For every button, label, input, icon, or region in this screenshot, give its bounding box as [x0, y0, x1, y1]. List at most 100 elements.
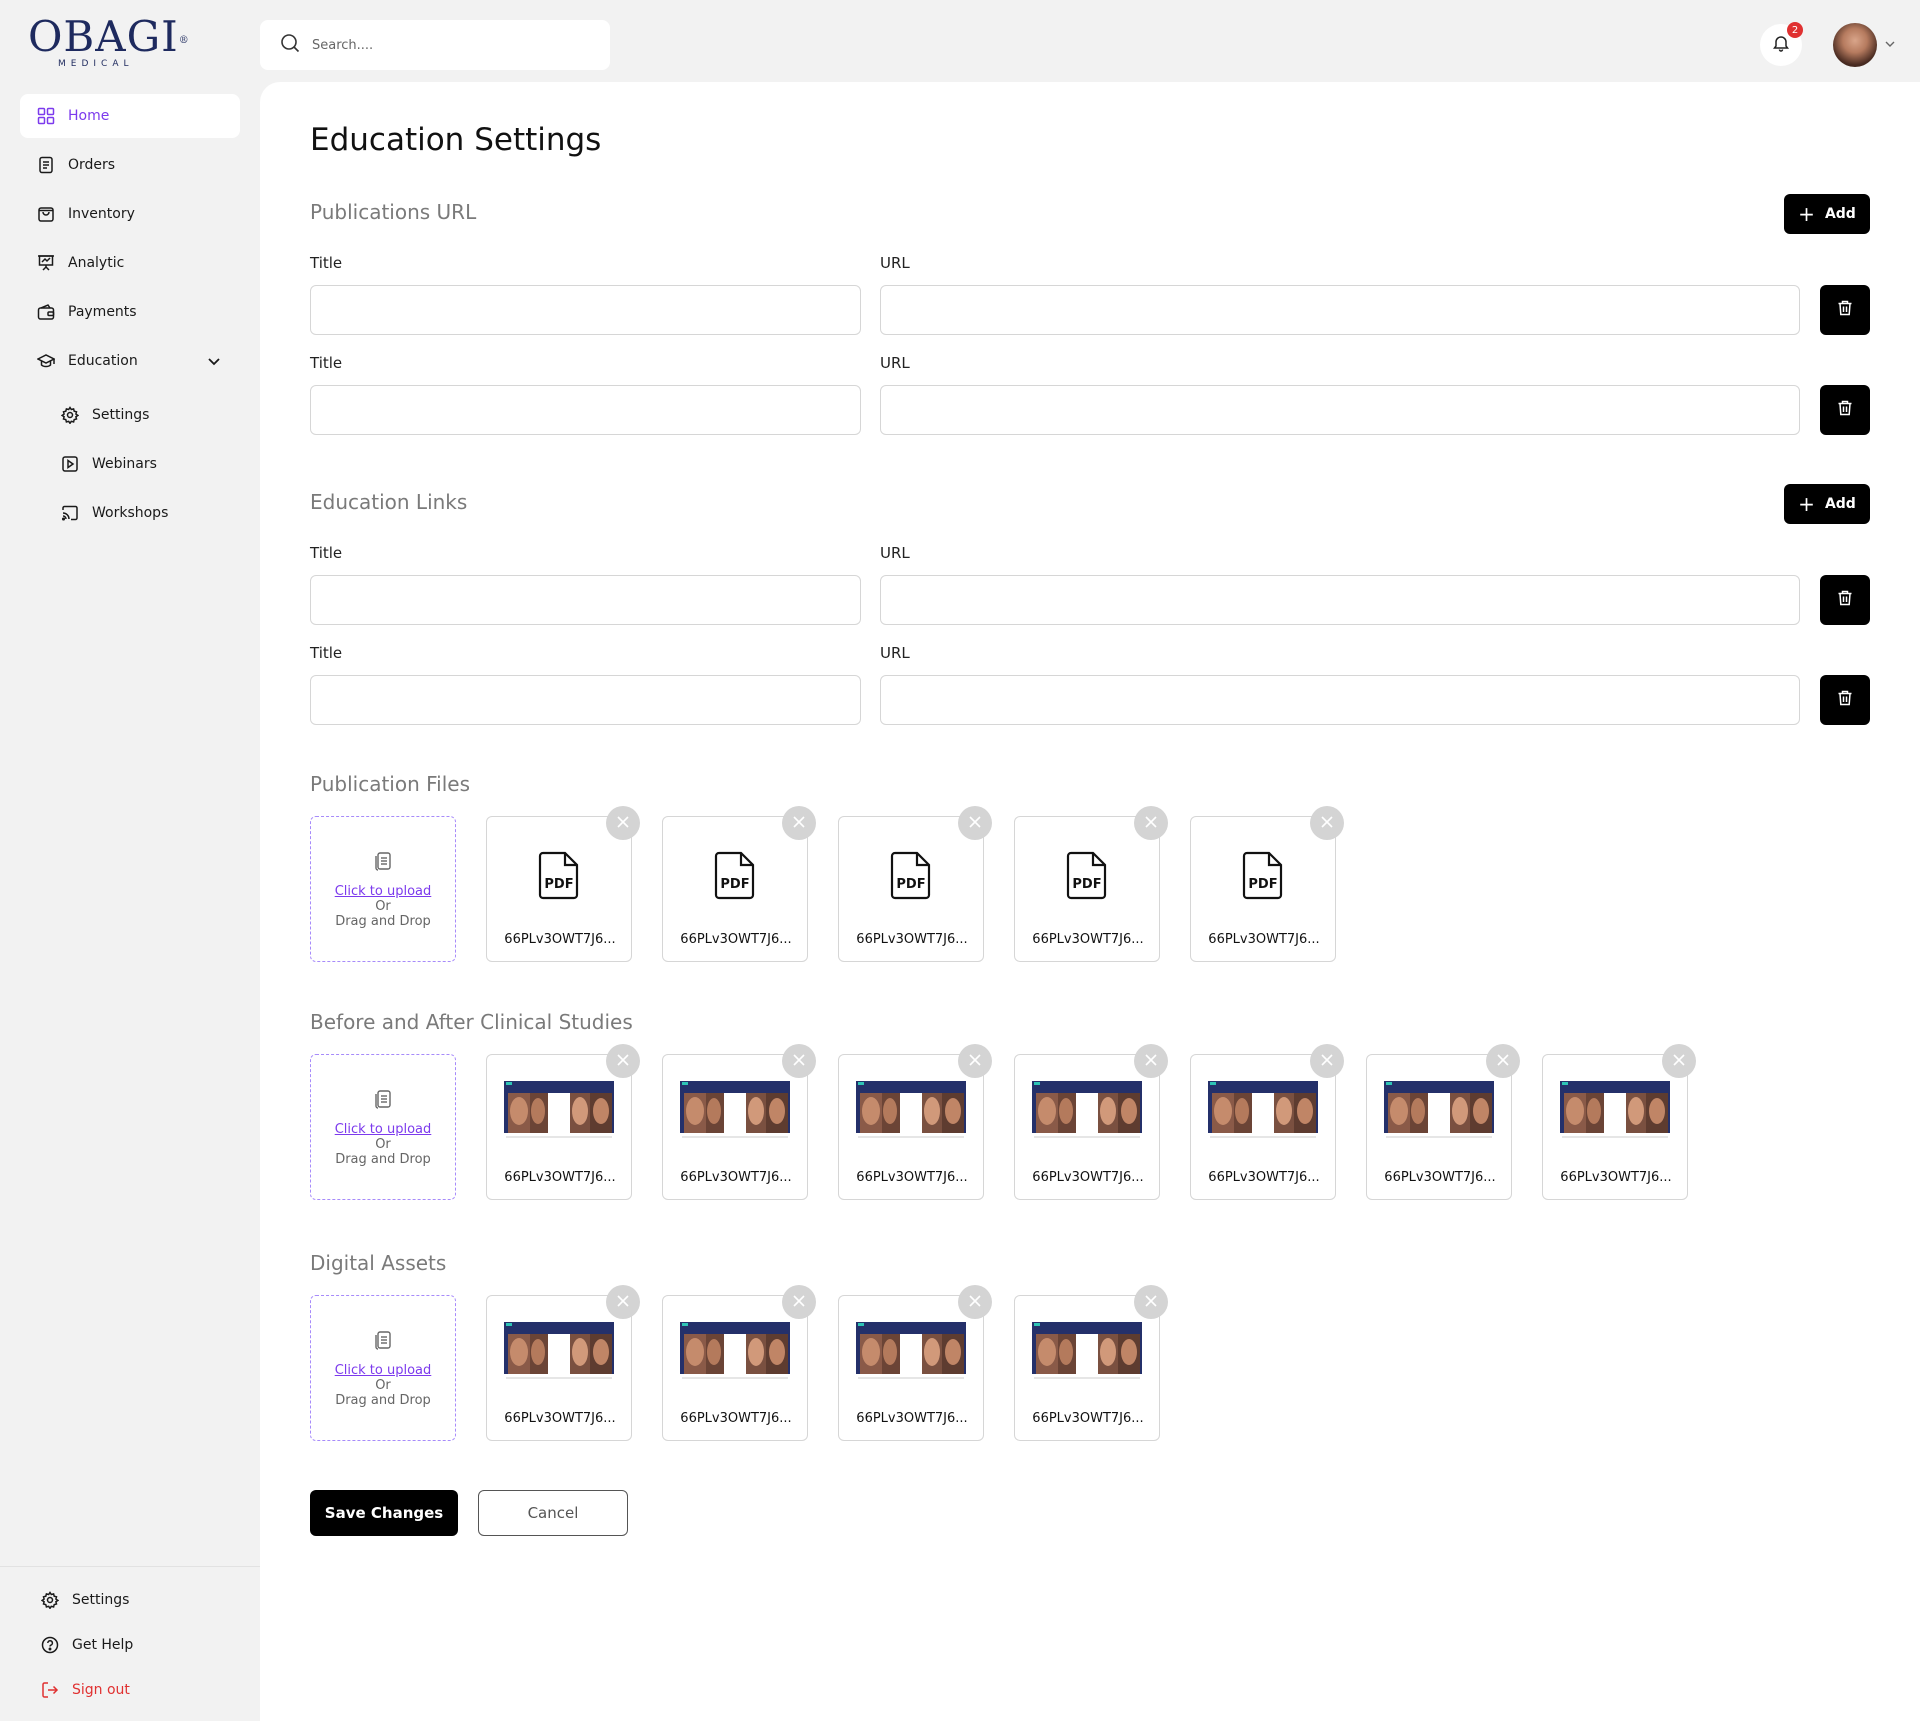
remove-file-button[interactable]	[1310, 806, 1344, 840]
remove-file-button[interactable]	[782, 1044, 816, 1078]
cancel-button[interactable]: Cancel	[478, 1490, 628, 1536]
title-label: Title	[310, 254, 343, 272]
trash-icon	[1836, 299, 1854, 321]
search-bar[interactable]	[260, 20, 610, 70]
clinical-studies-title: Before and After Clinical Studies	[310, 1010, 633, 1034]
obagi-logo[interactable]: OBAGI® MEDICAL	[28, 16, 189, 70]
sidebar: OBAGI® MEDICAL Home Orders Inventory Ana…	[0, 0, 260, 1721]
sidebar-item-education[interactable]: Education	[20, 339, 240, 383]
sidebar-item-settings[interactable]: Settings	[20, 1580, 240, 1620]
remove-file-button[interactable]	[958, 806, 992, 840]
sidebar-item-analytic[interactable]: Analytic	[20, 241, 240, 285]
sidebar-item-payments[interactable]: Payments	[20, 290, 240, 334]
file-name: 66PLv3OWT7J6...	[680, 932, 792, 947]
avatar[interactable]	[1833, 23, 1877, 67]
svg-text:PDF: PDF	[720, 877, 749, 892]
remove-file-button[interactable]	[1134, 1044, 1168, 1078]
file-tile[interactable]: PDF 66PLv3OWT7J6...	[1190, 816, 1336, 962]
logo-text: OBAGI	[28, 12, 179, 61]
file-tile[interactable]: 66PLv3OWT7J6...	[486, 1054, 632, 1200]
search-input[interactable]	[312, 37, 592, 53]
click-to-upload-link[interactable]: Click to upload	[335, 1122, 432, 1137]
close-icon	[968, 814, 982, 833]
wallet-icon	[36, 302, 56, 322]
pdf-file-icon: PDF	[713, 849, 757, 901]
education-link-url-input[interactable]	[880, 575, 1800, 625]
file-tile[interactable]: 66PLv3OWT7J6...	[1542, 1054, 1688, 1200]
delete-row-button[interactable]	[1820, 675, 1870, 725]
pdf-file-icon: PDF	[537, 849, 581, 901]
delete-row-button[interactable]	[1820, 285, 1870, 335]
url-label: URL	[880, 254, 910, 272]
file-tile[interactable]: 66PLv3OWT7J6...	[1190, 1054, 1336, 1200]
sidebar-item-education-settings[interactable]: Settings	[20, 393, 240, 437]
file-tile[interactable]: 66PLv3OWT7J6...	[838, 1295, 984, 1441]
sign-out-button[interactable]: Sign out	[20, 1670, 240, 1710]
sidebar-item-get-help[interactable]: Get Help	[20, 1625, 240, 1665]
file-tile[interactable]: PDF 66PLv3OWT7J6...	[486, 816, 632, 962]
file-tile[interactable]: PDF 66PLv3OWT7J6...	[838, 816, 984, 962]
remove-file-button[interactable]	[1134, 1285, 1168, 1319]
remove-file-button[interactable]	[1310, 1044, 1344, 1078]
remove-file-button[interactable]	[782, 806, 816, 840]
bell-icon	[1772, 34, 1790, 56]
close-icon	[1144, 1052, 1158, 1071]
trash-icon	[1836, 399, 1854, 421]
file-tile[interactable]: 66PLv3OWT7J6...	[486, 1295, 632, 1441]
pdf-file-icon: PDF	[889, 849, 933, 901]
upload-dropzone[interactable]: Click to upload Or Drag and Drop	[310, 1054, 456, 1200]
file-tile[interactable]: 66PLv3OWT7J6...	[1366, 1054, 1512, 1200]
remove-file-button[interactable]	[958, 1285, 992, 1319]
publication-url-input[interactable]	[880, 385, 1800, 435]
remove-file-button[interactable]	[958, 1044, 992, 1078]
upload-or-text: Or	[375, 898, 391, 914]
chevron-down-icon[interactable]	[204, 351, 224, 371]
trash-icon	[1836, 589, 1854, 611]
sidebar-item-home[interactable]: Home	[20, 94, 240, 138]
remove-file-button[interactable]	[606, 806, 640, 840]
add-education-link-button[interactable]: + Add	[1784, 484, 1870, 524]
remove-file-button[interactable]	[1486, 1044, 1520, 1078]
remove-file-button[interactable]	[606, 1285, 640, 1319]
education-link-title-input[interactable]	[310, 575, 861, 625]
file-tile[interactable]: 66PLv3OWT7J6...	[662, 1295, 808, 1441]
upload-dropzone[interactable]: Click to upload Or Drag and Drop	[310, 816, 456, 962]
delete-row-button[interactable]	[1820, 575, 1870, 625]
publication-title-input[interactable]	[310, 385, 861, 435]
file-tile[interactable]: 66PLv3OWT7J6...	[1014, 1054, 1160, 1200]
publication-url-input[interactable]	[880, 285, 1800, 335]
sidebar-item-orders[interactable]: Orders	[20, 143, 240, 187]
file-tile[interactable]: 66PLv3OWT7J6...	[838, 1054, 984, 1200]
remove-file-button[interactable]	[782, 1285, 816, 1319]
delete-row-button[interactable]	[1820, 385, 1870, 435]
presentation-chart-icon	[36, 253, 56, 273]
sign-out-icon	[40, 1680, 60, 1700]
add-publication-url-button[interactable]: + Add	[1784, 194, 1870, 234]
sidebar-item-workshops[interactable]: Workshops	[20, 491, 240, 535]
click-to-upload-link[interactable]: Click to upload	[335, 884, 432, 899]
chevron-down-icon[interactable]	[1882, 36, 1898, 52]
sidebar-item-webinars[interactable]: Webinars	[20, 442, 240, 486]
url-label: URL	[880, 544, 910, 562]
sidebar-item-inventory[interactable]: Inventory	[20, 192, 240, 236]
sidebar-item-label: Orders	[68, 157, 116, 173]
sidebar-item-label: Education	[68, 353, 138, 369]
remove-file-button[interactable]	[606, 1044, 640, 1078]
education-link-title-input[interactable]	[310, 675, 861, 725]
file-tile[interactable]: 66PLv3OWT7J6...	[662, 1054, 808, 1200]
file-tile[interactable]: 66PLv3OWT7J6...	[1014, 1295, 1160, 1441]
add-button-label: Add	[1824, 496, 1856, 512]
remove-file-button[interactable]	[1662, 1044, 1696, 1078]
upload-file-icon	[372, 1329, 394, 1351]
upload-dropzone[interactable]: Click to upload Or Drag and Drop	[310, 1295, 456, 1441]
education-link-url-input[interactable]	[880, 675, 1800, 725]
bottom-nav: Settings Get Help Sign out	[20, 1580, 240, 1715]
publication-title-input[interactable]	[310, 285, 861, 335]
file-tile[interactable]: PDF 66PLv3OWT7J6...	[1014, 816, 1160, 962]
file-tile[interactable]: PDF 66PLv3OWT7J6...	[662, 816, 808, 962]
sidebar-item-label: Get Help	[72, 1637, 134, 1653]
save-changes-button[interactable]: Save Changes	[310, 1490, 458, 1536]
click-to-upload-link[interactable]: Click to upload	[335, 1363, 432, 1378]
remove-file-button[interactable]	[1134, 806, 1168, 840]
svg-text:PDF: PDF	[896, 877, 925, 892]
